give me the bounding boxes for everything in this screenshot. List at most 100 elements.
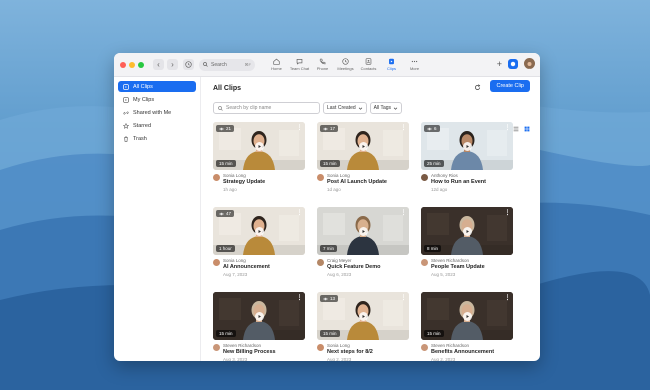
clip-title[interactable]: AI Announcement: [223, 264, 270, 271]
trash-icon: [123, 136, 129, 142]
more-options-icon[interactable]: ⋮: [297, 294, 303, 301]
clip-thumbnail[interactable]: ⋮ 15 min: [421, 292, 513, 340]
clip-meta-text: Anthony Rios How to Run an Event 12d ago: [431, 173, 486, 193]
clip-meta: Sonia Long Next steps for 8/2 Aug 2, 202…: [317, 343, 409, 361]
close-window-button[interactable]: [120, 61, 126, 68]
list-view-icon[interactable]: [513, 126, 519, 132]
nav-team-chat[interactable]: Team Chat: [288, 58, 311, 71]
clip-card[interactable]: 6 ⋮ 25 min Anthony Rios How to Run an Ev…: [421, 122, 513, 193]
clip-meta: Sonia Long Post AI Launch Update 1d ago: [317, 173, 409, 193]
eye-icon: [323, 127, 328, 130]
clip-card[interactable]: 47 ⋮ 1 hour Sonia Long AI Announcement A…: [213, 207, 305, 278]
nav-more[interactable]: More: [403, 58, 426, 71]
more-options-icon[interactable]: ⋮: [401, 209, 407, 216]
folder-icon: [123, 96, 129, 103]
duration-badge: 15 min: [216, 330, 236, 337]
apps-button[interactable]: [508, 58, 518, 69]
clip-card[interactable]: ⋮ 15 min Steven Richardson New Billing P…: [213, 292, 305, 361]
clip-date: Aug 6, 2023: [327, 272, 352, 277]
more-options-icon[interactable]: ⋮: [505, 294, 511, 301]
play-icon[interactable]: [463, 312, 472, 321]
author-avatar: [421, 344, 428, 351]
more-options-icon[interactable]: ⋮: [505, 124, 511, 131]
sidebar-item-starred[interactable]: Starred: [118, 120, 196, 131]
clip-date: 1d ago: [327, 187, 341, 192]
play-icon[interactable]: [463, 142, 472, 151]
sidebar-item-shared-with-me[interactable]: Shared with Me: [118, 107, 196, 118]
more-options-icon[interactable]: ⋮: [505, 209, 511, 216]
nav-clips[interactable]: Clips: [380, 58, 403, 71]
more-options-icon[interactable]: ⋮: [401, 294, 407, 301]
clip-thumbnail[interactable]: 6 ⋮ 25 min: [421, 122, 513, 170]
clip-date: Aug 3, 2023: [223, 357, 248, 361]
global-search-label: Search: [211, 61, 227, 68]
duration-badge: 8 min: [424, 245, 442, 252]
sidebar-item-my-clips[interactable]: My Clips: [118, 94, 196, 105]
clip-card[interactable]: ⋮ 8 min Steven Richardson People Team Up…: [421, 207, 513, 278]
tags-dropdown[interactable]: All Tags: [369, 102, 403, 114]
view-count-badge: 21: [216, 125, 235, 132]
clip-thumbnail[interactable]: ⋮ 8 min: [421, 207, 513, 255]
nav-contacts[interactable]: Contacts: [357, 58, 380, 71]
clip-card[interactable]: 17 ⋮ 15 min Sonia Long Post AI Launch Up…: [317, 122, 409, 193]
clip-card[interactable]: 13 ⋮ 15 min Sonia Long Next steps for 8/…: [317, 292, 409, 361]
clip-thumbnail[interactable]: ⋮ 7 min: [317, 207, 409, 255]
clip-date: Aug 7, 2023: [223, 272, 248, 277]
clip-thumbnail[interactable]: 17 ⋮ 15 min: [317, 122, 409, 170]
clip-thumbnail[interactable]: 47 ⋮ 1 hour: [213, 207, 305, 255]
nav-home[interactable]: Home: [265, 58, 288, 71]
view-count: 13: [330, 296, 336, 301]
view-count-badge: 6: [424, 125, 440, 132]
clip-title[interactable]: Benefits Announcement: [431, 349, 494, 356]
more-options-icon[interactable]: ⋮: [401, 124, 407, 131]
clip-title[interactable]: People Team Update: [431, 264, 485, 271]
play-icon[interactable]: [359, 227, 368, 236]
grid-view-icon[interactable]: [524, 126, 530, 132]
sort-dropdown[interactable]: Last Created: [323, 102, 367, 114]
more-options-icon[interactable]: ⋮: [297, 209, 303, 216]
refresh-button[interactable]: [472, 82, 482, 92]
clip-title[interactable]: New Billing Process: [223, 349, 276, 356]
play-icon[interactable]: [359, 142, 368, 151]
profile-avatar[interactable]: [524, 58, 535, 69]
forward-button[interactable]: ›: [167, 59, 178, 70]
maximize-window-button[interactable]: [138, 61, 144, 68]
duration-badge: 15 min: [424, 330, 444, 337]
global-search[interactable]: Search ⌘F: [199, 58, 255, 71]
more-options-icon[interactable]: ⋮: [297, 124, 303, 131]
play-icon[interactable]: [463, 227, 472, 236]
play-icon[interactable]: [255, 142, 264, 151]
duration-badge: 7 min: [320, 245, 338, 252]
page-title: All Clips: [213, 85, 242, 92]
clip-thumbnail[interactable]: 21 ⋮ 15 min: [213, 122, 305, 170]
recent-history-button[interactable]: [183, 59, 194, 70]
nav-phone[interactable]: Phone: [311, 58, 334, 71]
chevron-down-icon: [358, 107, 362, 110]
play-icon[interactable]: [255, 312, 264, 321]
titlebar-right-tools: +: [497, 58, 535, 69]
view-count-badge: 17: [320, 125, 339, 132]
clip-thumbnail[interactable]: 13 ⋮ 15 min: [317, 292, 409, 340]
plus-icon[interactable]: +: [497, 59, 502, 69]
clip-title[interactable]: Next steps for 8/2: [327, 349, 373, 356]
back-button[interactable]: ‹: [153, 59, 164, 70]
create-clip-button[interactable]: Create Clip: [490, 80, 530, 92]
play-icon[interactable]: [255, 227, 264, 236]
clip-card[interactable]: ⋮ 7 min Craig Meyer Quick Feature Demo A…: [317, 207, 409, 278]
clip-card[interactable]: 21 ⋮ 15 min Sonia Long Strategy Update 1…: [213, 122, 305, 193]
clip-title[interactable]: Quick Feature Demo: [327, 264, 381, 271]
view-count: 21: [226, 126, 232, 131]
minimize-window-button[interactable]: [129, 61, 135, 68]
clip-title[interactable]: Strategy Update: [223, 179, 265, 186]
search-icon: [218, 105, 223, 111]
clip-title[interactable]: Post AI Launch Update: [327, 179, 387, 186]
clip-title[interactable]: How to Run an Event: [431, 179, 486, 186]
play-icon[interactable]: [359, 312, 368, 321]
clip-search-input[interactable]: Search by clip name: [213, 102, 320, 114]
sidebar-item-trash[interactable]: Trash: [118, 133, 196, 144]
nav-meetings[interactable]: Meetings: [334, 58, 357, 71]
clip-meta: Sonia Long Strategy Update 1h ago: [213, 173, 305, 193]
clip-thumbnail[interactable]: ⋮ 15 min: [213, 292, 305, 340]
clip-card[interactable]: ⋮ 15 min Steven Richardson Benefits Anno…: [421, 292, 513, 361]
sidebar-item-all-clips[interactable]: All Clips: [118, 81, 196, 92]
